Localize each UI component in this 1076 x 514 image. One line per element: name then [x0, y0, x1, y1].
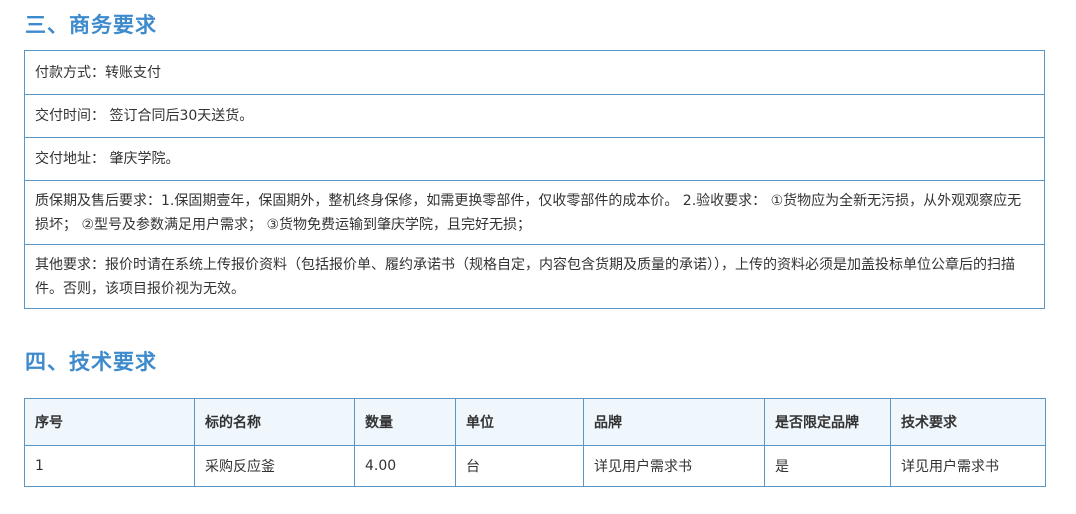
tech-section-title: 四、技术要求: [25, 349, 157, 374]
cell-brand-restricted: 是: [764, 445, 891, 487]
cell-tech-requirements: 详见用户需求书: [890, 445, 1046, 487]
header-unit: 单位: [455, 398, 584, 446]
commerce-section-title: 三、商务要求: [25, 12, 157, 37]
header-index: 序号: [24, 398, 195, 446]
header-quantity: 数量: [354, 398, 456, 446]
header-brand: 品牌: [583, 398, 765, 446]
cell-unit: 台: [455, 445, 584, 487]
delivery-time-row: 交付时间： 签订合同后30天送货。: [25, 94, 1044, 137]
header-item-name: 标的名称: [194, 398, 355, 446]
table-header-row: 序号 标的名称 数量 单位 品牌 是否限定品牌 技术要求: [24, 398, 1046, 446]
table-row: 1 采购反应釜 4.00 台 详见用户需求书 是 详见用户需求书: [24, 445, 1046, 487]
cell-brand: 详见用户需求书: [583, 445, 765, 487]
cell-item-name: 采购反应釜: [194, 445, 355, 487]
other-requirements-row: 其他要求：报价时请在系统上传报价资料（包括报价单、履约承诺书（规格自定，内容包含…: [25, 244, 1044, 308]
commerce-requirements-box: 付款方式：转账支付 交付时间： 签订合同后30天送货。 交付地址： 肇庆学院。 …: [24, 50, 1045, 309]
warranty-row: 质保期及售后要求：1.保固期壹年，保固期外，整机终身保修，如需更换零部件，仅收零…: [25, 180, 1044, 244]
cell-quantity: 4.00: [354, 445, 456, 487]
payment-method-row: 付款方式：转账支付: [35, 64, 161, 81]
header-brand-restricted: 是否限定品牌: [764, 398, 891, 446]
delivery-address-row: 交付地址： 肇庆学院。: [25, 137, 1044, 180]
header-tech-requirements: 技术要求: [890, 398, 1046, 446]
cell-index: 1: [24, 445, 195, 487]
tech-requirements-table: 序号 标的名称 数量 单位 品牌 是否限定品牌 技术要求 1 采购反应釜 4.0…: [24, 398, 1046, 487]
